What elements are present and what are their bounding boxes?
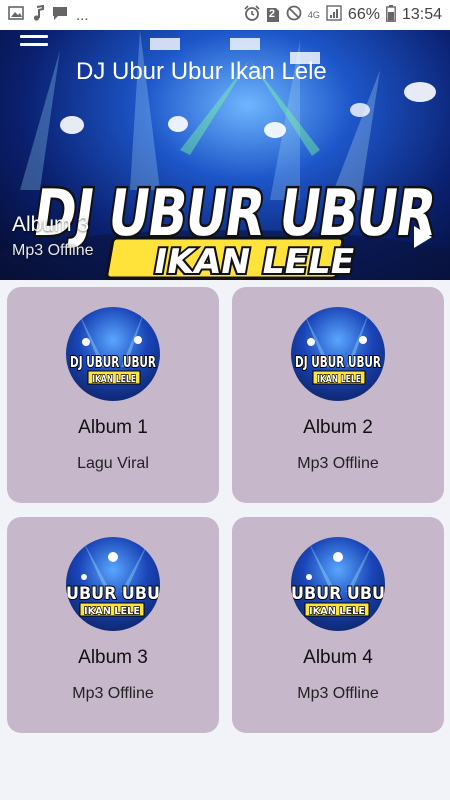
album-cover-line1: UBUR UBU [291,584,385,604]
play-button[interactable] [412,224,434,250]
status-right: 2 4G 66% 13:54 [244,4,442,26]
album-cover-line2: IKAN LELE [317,374,361,385]
album-card-4[interactable]: UBUR UBU IKAN LELE Album 4 Mp3 Offline [232,517,444,733]
album-card-3[interactable]: UBUR UBU IKAN LELE Album 3 Mp3 Offline [7,517,219,733]
album-cover: UBUR UBU IKAN LELE [66,537,160,631]
play-icon [414,226,432,248]
sim-badge-number: 2 [268,8,276,20]
album-cover-line1: DJ UBUR UBUR [70,353,156,371]
album-cover-line2: IKAN LELE [92,374,136,385]
battery-icon [386,4,396,26]
album-card-1[interactable]: DJ UBUR UBUR IKAN LELE Album 1 Lagu Vira… [7,287,219,503]
more-notifications: ... [76,6,89,24]
album-subtitle: Mp3 Offline [297,455,379,472]
status-left: ... [8,4,89,25]
hero-album-title: Album 3 [12,213,90,236]
album-cover: DJ UBUR UBUR IKAN LELE [66,307,160,401]
clock: 13:54 [401,6,442,23]
menu-button[interactable] [20,27,48,51]
album-title: Album 3 [78,647,148,668]
album-cover-line2: IKAN LELE [309,606,365,617]
album-cover: UBUR UBU IKAN LELE [291,537,385,631]
album-cover-art: UBUR UBU IKAN LELE [291,537,385,618]
album-cover: DJ UBUR UBUR IKAN LELE [291,307,385,401]
hamburger-icon-bar [20,35,48,38]
album-subtitle: Mp3 Offline [72,685,154,702]
hero-album-subtitle: Mp3 Offline [12,242,94,259]
status-bar: ... 2 4G 66% 13:54 [0,0,450,30]
album-title: Album 4 [303,647,373,668]
gallery-icon [8,6,24,24]
album-cover-line1: UBUR UBU [66,584,160,604]
network-type-label: 4G [307,9,320,20]
hamburger-icon-bar [20,43,48,46]
hero-banner-line2: IKAN LELE [151,242,358,280]
album-cover-art: UBUR UBU IKAN LELE [66,537,160,618]
album-cover-art: DJ UBUR UBUR IKAN LELE [294,307,382,386]
album-cover-line2: IKAN LELE [84,606,140,617]
network-type-icon: 4G [307,9,320,20]
album-cover-line1: DJ UBUR UBUR [295,353,381,371]
chat-icon [52,6,68,25]
do-not-disturb-icon [286,5,302,25]
album-card-2[interactable]: DJ UBUR UBUR IKAN LELE Album 2 Mp3 Offli… [232,287,444,503]
page-title: DJ Ubur Ubur Ikan Lele [76,58,327,85]
alarm-icon [244,5,260,25]
album-cover-art: DJ UBUR UBUR IKAN LELE [69,307,157,386]
sim-badge-icon: 2 [266,7,280,23]
album-title: Album 1 [78,417,148,438]
music-note-icon [32,4,44,25]
battery-level: 66% [347,6,380,23]
signal-icon [326,5,342,25]
album-subtitle: Lagu Viral [77,455,149,472]
album-title: Album 2 [303,417,373,438]
album-subtitle: Mp3 Offline [297,685,379,702]
hamburger-icon [20,27,48,30]
